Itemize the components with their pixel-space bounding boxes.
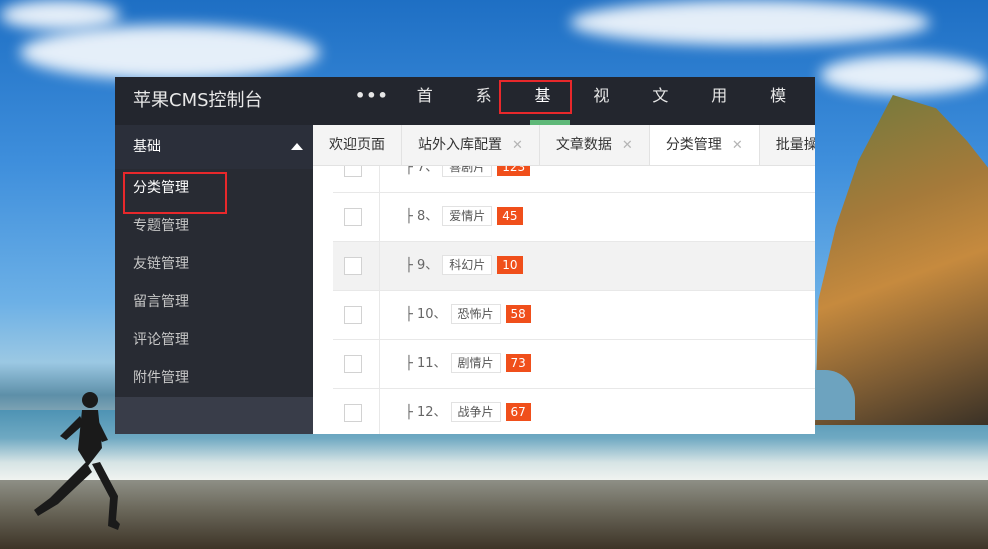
cloud [20, 25, 320, 80]
nav-item-user[interactable]: 用户 [697, 77, 756, 143]
cloud [820, 55, 988, 95]
table-row: ├ 12、 战争片 67 [333, 389, 815, 434]
row-text: ├ 8、 爱情片 45 [405, 193, 523, 241]
row-text: ├ 12、 战争片 67 [405, 389, 531, 434]
table-row: ├ 7、 喜剧片 123 [333, 166, 815, 193]
top-navbar: 苹果CMS控制台 ••• 首页 系统 基础 视频 文章 用户 模版 [115, 77, 815, 143]
table-row: ├ 11、 剧情片 73 [333, 340, 815, 389]
checkbox-cell [333, 340, 380, 388]
tab-batch-operations[interactable]: 批量操 [760, 125, 815, 165]
close-icon[interactable]: ✕ [512, 138, 523, 153]
close-icon[interactable]: ✕ [732, 138, 743, 153]
table-row: ├ 8、 爱情片 45 [333, 193, 815, 242]
checkbox-cell [333, 389, 380, 434]
category-name-tag: 爱情片 [442, 206, 493, 226]
tab-welcome[interactable]: 欢迎页面 [313, 125, 402, 165]
runner-silhouette [34, 392, 120, 530]
sidebar-group-label: 基础 [133, 139, 161, 155]
row-checkbox[interactable] [344, 208, 362, 226]
tab-bar: 欢迎页面 站外入库配置 ✕ 文章数据 ✕ 分类管理 ✕ 批量操 [313, 125, 815, 166]
cloud [570, 0, 930, 45]
checkbox-cell [333, 242, 380, 290]
nav-item-template[interactable]: 模版 [756, 77, 815, 143]
row-checkbox[interactable] [344, 166, 362, 177]
row-prefix: ├ 9、 [405, 258, 439, 273]
checkbox-cell [333, 291, 380, 339]
sidebar-item-attachments[interactable]: 附件管理 [115, 359, 313, 397]
checkbox-cell [333, 166, 380, 192]
count-badge: 123 [497, 166, 531, 176]
tab-label: 站外入库配置 [418, 137, 502, 153]
cms-window: 苹果CMS控制台 ••• 首页 系统 基础 视频 文章 用户 模版 基础 分类管… [115, 77, 815, 434]
row-prefix: ├ 7、 [405, 166, 439, 175]
tab-external-import[interactable]: 站外入库配置 ✕ [402, 125, 540, 165]
sidebar-item-links[interactable]: 友链管理 [115, 245, 313, 283]
count-badge: 45 [497, 207, 523, 225]
count-badge: 67 [505, 403, 531, 421]
row-checkbox[interactable] [344, 306, 362, 324]
nav-more-button[interactable]: ••• [341, 77, 403, 125]
beach [0, 480, 988, 549]
row-checkbox[interactable] [344, 355, 362, 373]
count-badge: 10 [497, 256, 523, 274]
category-name-tag: 科幻片 [442, 255, 493, 275]
table-row: ├ 10、 恐怖片 58 [333, 291, 815, 340]
nav-item-video[interactable]: 视频 [579, 77, 638, 143]
tab-label: 分类管理 [665, 137, 722, 153]
category-table: ├ 7、 喜剧片 123 ├ 8、 爱情片 45 ├ 9、 科幻片 10 ├ 10、 恐怖片 5… [313, 166, 815, 434]
cloud [0, 0, 120, 30]
count-badge: 58 [505, 305, 531, 323]
row-checkbox[interactable] [344, 257, 362, 275]
row-text: ├ 7、 喜剧片 123 [405, 166, 531, 192]
nav-item-article[interactable]: 文章 [638, 77, 697, 143]
tab-category-management[interactable]: 分类管理 ✕ [649, 125, 760, 165]
row-text: ├ 10、 恐怖片 58 [405, 291, 531, 339]
nav-item-home[interactable]: 首页 [403, 77, 462, 143]
category-name-tag: 战争片 [450, 402, 501, 422]
tab-label: 欢迎页面 [329, 137, 385, 153]
sidebar-item-guestbook[interactable]: 留言管理 [115, 283, 313, 321]
close-icon[interactable]: ✕ [622, 138, 633, 153]
top-nav: ••• 首页 系统 基础 视频 文章 用户 模版 [341, 77, 815, 143]
row-text: ├ 9、 科幻片 10 [405, 242, 523, 290]
highlight-box-category-management [123, 172, 227, 214]
app-logo-title: 苹果CMS控制台 [133, 90, 263, 111]
sidebar-group-basic[interactable]: 基础 [115, 125, 313, 169]
highlight-box-nav-basic [499, 80, 572, 114]
row-prefix: ├ 8、 [405, 209, 439, 224]
tab-label: 批量操 [775, 137, 815, 153]
row-prefix: ├ 10、 [405, 307, 447, 322]
caret-up-icon [291, 143, 303, 150]
row-prefix: ├ 11、 [405, 356, 447, 371]
table-row: ├ 9、 科幻片 10 [333, 242, 815, 291]
row-text: ├ 11、 剧情片 73 [405, 340, 531, 388]
sidebar-item-comments[interactable]: 评论管理 [115, 321, 313, 359]
checkbox-cell [333, 193, 380, 241]
tab-article-data[interactable]: 文章数据 ✕ [540, 125, 650, 165]
row-prefix: ├ 12、 [405, 405, 447, 420]
category-name-tag: 喜剧片 [442, 166, 493, 177]
category-name-tag: 剧情片 [450, 353, 501, 373]
count-badge: 73 [505, 354, 531, 372]
tab-label: 文章数据 [555, 137, 612, 153]
row-checkbox[interactable] [344, 404, 362, 422]
category-name-tag: 恐怖片 [450, 304, 501, 324]
